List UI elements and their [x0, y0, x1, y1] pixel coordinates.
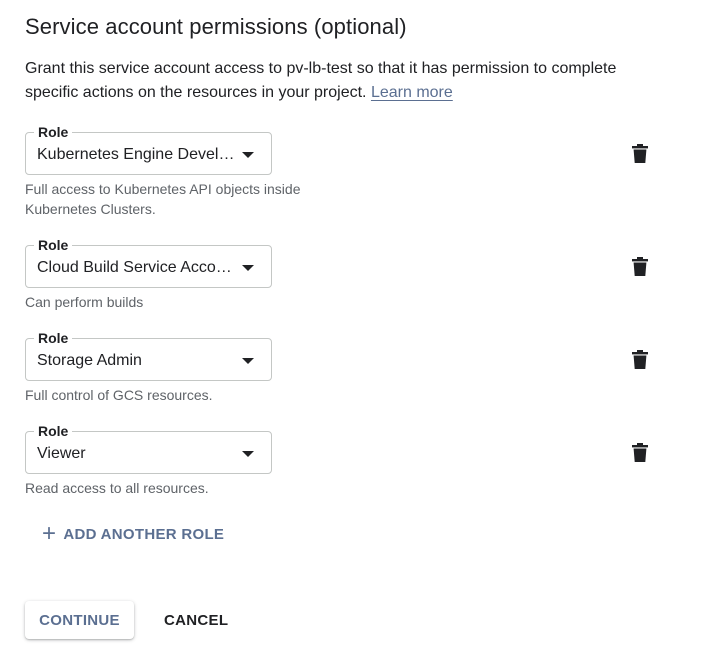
learn-more-link[interactable]: Learn more: [371, 84, 453, 101]
role-select-label: Role: [34, 124, 73, 140]
role-hint: Full control of GCS resources.: [25, 387, 213, 403]
role-select[interactable]: Role Storage Admin: [25, 330, 272, 381]
role-select-value: Kubernetes Engine Developer: [37, 146, 237, 163]
delete-role-button[interactable]: [625, 344, 655, 374]
role-select-value: Cloud Build Service Account: [37, 259, 237, 276]
trash-icon: [632, 349, 648, 369]
add-another-role-label: ADD ANOTHER ROLE: [63, 525, 225, 543]
role-select-value: Storage Admin: [37, 352, 142, 369]
dropdown-arrow-icon: [242, 451, 254, 457]
delete-role-button[interactable]: [625, 138, 655, 168]
dropdown-arrow-icon: [242, 152, 254, 158]
trash-icon: [632, 256, 648, 276]
role-hint: Can perform builds: [25, 294, 144, 310]
continue-button[interactable]: CONTINUE: [25, 601, 134, 639]
trash-icon: [632, 143, 648, 163]
trash-icon: [632, 442, 648, 462]
plus-icon: +: [42, 520, 57, 547]
add-another-role-button[interactable]: + ADD ANOTHER ROLE: [42, 520, 225, 547]
role-select[interactable]: Role Kubernetes Engine Developer: [25, 124, 272, 175]
role-hint: Read access to all resources.: [25, 480, 209, 496]
dropdown-arrow-icon: [242, 265, 254, 271]
description-text: Grant this service account access to pv-…: [25, 60, 617, 101]
service-account-permissions-panel: Service account permissions (optional) G…: [0, 0, 725, 669]
delete-role-button[interactable]: [625, 251, 655, 281]
cancel-button[interactable]: CANCEL: [150, 601, 242, 639]
role-select[interactable]: Role Cloud Build Service Account: [25, 237, 272, 288]
section-title: Service account permissions (optional): [25, 14, 407, 39]
role-select-value: Viewer: [37, 445, 86, 462]
dropdown-arrow-icon: [242, 358, 254, 364]
section-description: Grant this service account access to pv-…: [25, 57, 665, 105]
delete-role-button[interactable]: [625, 437, 655, 467]
role-select-label: Role: [34, 237, 73, 253]
role-select[interactable]: Role Viewer: [25, 423, 272, 474]
role-select-label: Role: [34, 423, 73, 439]
role-hint: Full access to Kubernetes API objects in…: [25, 181, 301, 217]
role-select-label: Role: [34, 330, 73, 346]
